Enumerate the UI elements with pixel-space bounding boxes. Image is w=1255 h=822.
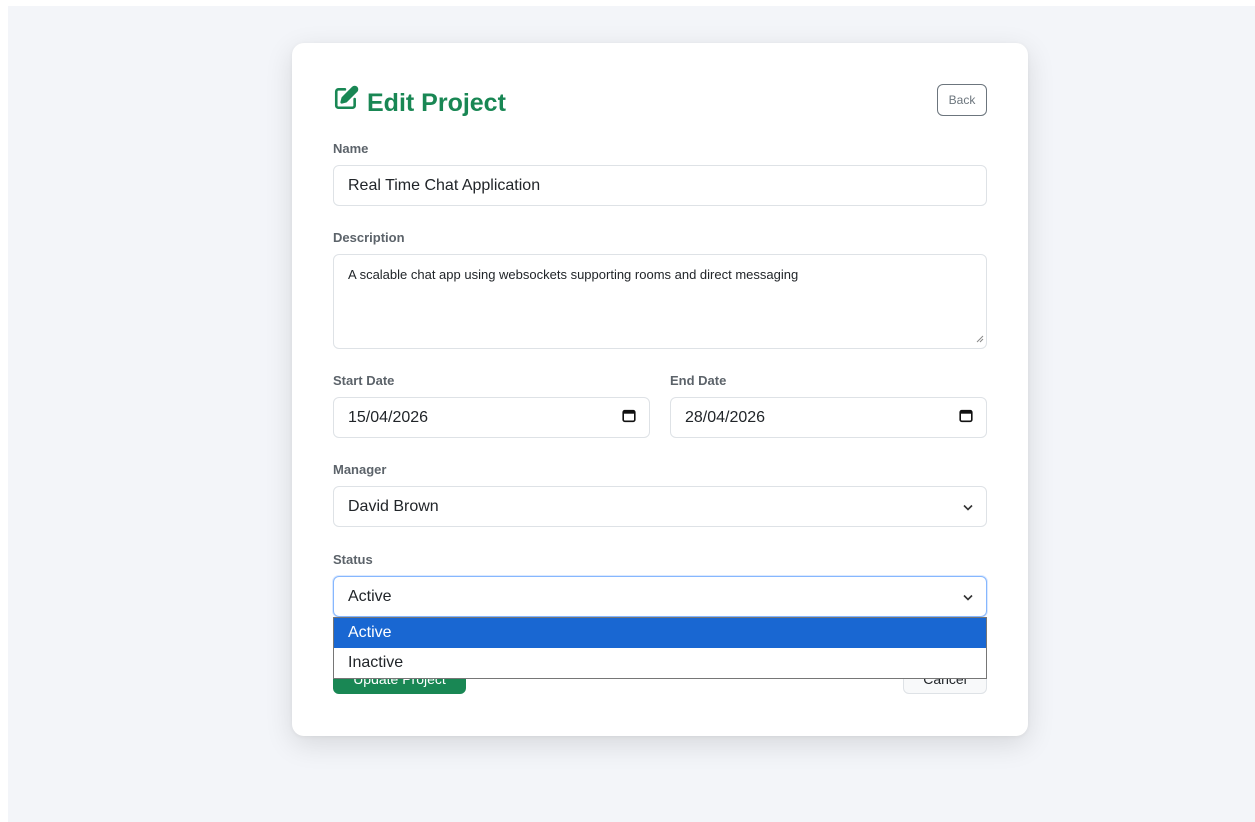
manager-label: Manager bbox=[333, 462, 387, 477]
status-option-active[interactable]: Active bbox=[334, 618, 986, 648]
manager-select[interactable]: David Brown bbox=[333, 486, 987, 527]
name-input[interactable]: Real Time Chat Application bbox=[333, 165, 987, 206]
status-select[interactable]: Active bbox=[333, 576, 987, 617]
description-label: Description bbox=[333, 230, 405, 245]
resize-grip-icon[interactable] bbox=[976, 331, 984, 346]
back-button[interactable]: Back bbox=[937, 84, 987, 116]
manager-value: David Brown bbox=[348, 497, 439, 515]
start-date-input[interactable]: 15/04/2026 bbox=[333, 397, 650, 438]
page-title: Edit Project bbox=[333, 85, 506, 120]
end-date-label: End Date bbox=[670, 373, 727, 388]
status-value: Active bbox=[348, 587, 392, 605]
end-date-value: 28/04/2026 bbox=[685, 408, 766, 426]
status-option-inactive[interactable]: Inactive bbox=[334, 648, 986, 678]
start-date-value: 15/04/2026 bbox=[348, 408, 429, 426]
end-date-input[interactable]: 28/04/2026 bbox=[670, 397, 987, 438]
status-label: Status bbox=[333, 552, 373, 567]
chevron-down-icon bbox=[963, 498, 973, 516]
edit-icon bbox=[333, 85, 367, 120]
name-value: Real Time Chat Application bbox=[348, 176, 541, 194]
header: Edit Project Back bbox=[333, 84, 987, 120]
calendar-icon[interactable] bbox=[959, 408, 973, 427]
name-label: Name bbox=[333, 141, 369, 156]
status-dropdown-list: Active Inactive bbox=[333, 617, 987, 679]
calendar-icon[interactable] bbox=[622, 408, 636, 427]
page-title-text: Edit Project bbox=[367, 88, 506, 117]
chevron-down-icon bbox=[963, 588, 973, 606]
start-date-label: Start Date bbox=[333, 373, 395, 388]
description-textarea[interactable]: A scalable chat app using websockets sup… bbox=[333, 254, 987, 349]
description-value: A scalable chat app using websockets sup… bbox=[348, 267, 799, 282]
